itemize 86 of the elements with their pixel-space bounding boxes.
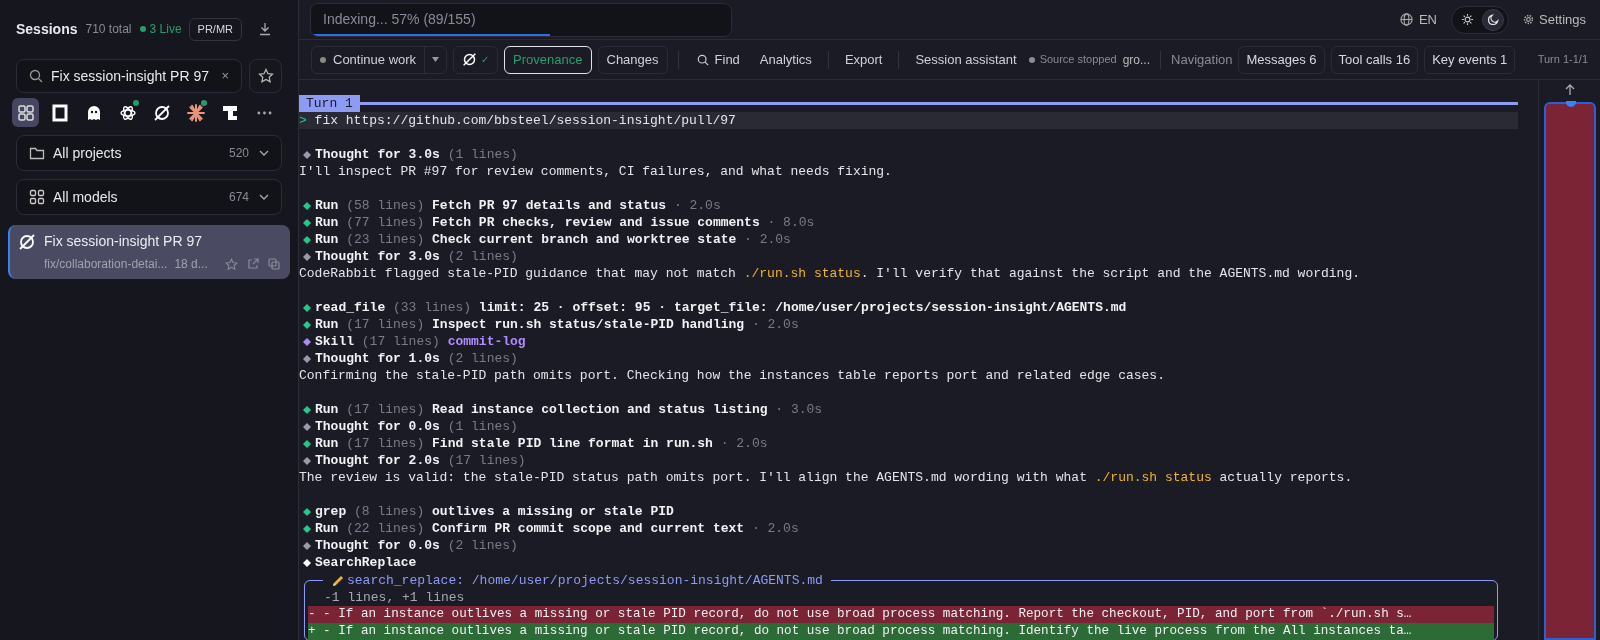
tool-call-line: Run (17 lines) Inspect run.sh status/stale-PID handling · 2.0s <box>315 316 799 333</box>
slashed-circle-icon <box>462 52 478 67</box>
scroll-up-arrow-icon[interactable] <box>1564 84 1575 96</box>
filter-dropdown[interactable]: All projects 520 <box>16 135 282 171</box>
indexing-progress-field: Indexing... 57% (89/155) <box>310 2 732 37</box>
search-field[interactable]: Fix session-insight PR 97 × <box>16 59 242 93</box>
navigation-label: Navigation <box>1171 50 1233 69</box>
gear-icon <box>1523 14 1534 25</box>
thought-line: Thought for 1.0s (2 lines) <box>315 350 518 367</box>
turn-indicator: Turn 1-1/1 <box>1537 52 1588 68</box>
chevron-down-icon <box>259 150 269 156</box>
folder-icon <box>29 145 45 161</box>
star-icon[interactable] <box>225 257 238 271</box>
grid-icon <box>16 103 35 122</box>
external-link-icon[interactable] <box>247 258 259 270</box>
tool-call-line: Run (22 lines) Confirm PR commit scope and current text · 2.0s <box>315 520 799 537</box>
moon-icon <box>1486 13 1500 26</box>
find-button[interactable]: Find <box>688 45 748 74</box>
sidebar-title: Sessions <box>16 19 78 39</box>
live-count: 3 Live <box>139 20 182 38</box>
slashed-circle-icon <box>152 103 171 122</box>
diff-title: search_replace: /home/user/projects/session-insight/AGENTS.md <box>323 572 831 589</box>
session-total: 710 total <box>85 21 132 38</box>
sun-icon <box>1460 13 1474 26</box>
thought-line: Thought for 0.0s (2 lines) <box>315 537 518 554</box>
t-shape-icon <box>220 103 239 122</box>
session-branch: fix/collaboration-detai... <box>44 256 168 273</box>
message-text: Confirming the stale-PID path omits port. Checking how the instances table reports port and related edge cases. <box>299 367 1166 384</box>
download-icon[interactable] <box>258 22 272 36</box>
slashed-circle-icon <box>18 233 36 251</box>
thought-line: Thought for 0.0s (1 lines) <box>315 418 518 435</box>
filter-dropdown[interactable]: All models 674 <box>16 179 282 215</box>
grid-icon <box>29 189 45 205</box>
session-age: 18 d... <box>174 256 208 273</box>
edit-line: SearchReplace <box>315 554 417 571</box>
pencil-icon <box>331 573 345 588</box>
navigation-button[interactable]: Key events 1 <box>1424 45 1516 74</box>
caret-down-icon <box>432 57 440 62</box>
globe-icon <box>1399 13 1413 26</box>
message-text: CodeRabbit flagged stale-PID guidance that may not match ./run.sh status. I'll verify that against the script and the AGENTS.md wording. <box>299 265 1361 282</box>
skill-line: Skill (17 lines) commit-log <box>315 333 526 350</box>
search-icon <box>29 69 43 83</box>
tool-call-line: read_file (33 lines) limit: 25 · offset: 95 · target_file: /home/user/projects/session-insight/AGENTS.md <box>315 299 1127 316</box>
thought-line: Thought for 3.0s (2 lines) <box>315 248 518 265</box>
pr-mr-button[interactable]: PR/MR <box>188 17 242 41</box>
session-item[interactable]: Fix session-insight PR 97 fix/collaboration-detai... 18 d... <box>8 225 290 279</box>
theme-option[interactable] <box>1482 8 1504 31</box>
favorite-button[interactable] <box>249 59 282 93</box>
more-icon[interactable] <box>257 110 272 115</box>
star-icon <box>257 68 274 84</box>
search-icon <box>696 53 709 66</box>
toolbar-button[interactable]: Export <box>838 45 889 74</box>
tool-call-line: Run (77 lines) Fetch PR checks, review and issue comments · 8.0s <box>315 214 815 231</box>
tool-call-line: grep (8 lines) outlives a missing or stale PID <box>315 503 674 520</box>
message-text: The review is valid: the stale-PID status path omits port. I'll align the AGENTS.md wording with what ./run.sh status actually reports. <box>299 469 1354 486</box>
navigation-button[interactable]: Tool calls 16 <box>1330 45 1419 74</box>
starburst-icon <box>186 103 205 122</box>
chevron-down-icon <box>259 194 269 200</box>
message-text: I'll inspect PR #97 for review comments, CI failures, and what needs fixing. <box>299 163 893 180</box>
source-status: Source stopped <box>1028 51 1117 68</box>
square-frame-icon <box>50 103 69 122</box>
session-title: Fix session-insight PR 97 <box>44 232 203 251</box>
language-button[interactable]: EN <box>1399 9 1437 30</box>
thought-line: Thought for 2.0s (17 lines) <box>315 452 526 469</box>
agent-status-button[interactable]: ✓ <box>453 45 499 74</box>
diamond-icon <box>303 150 311 159</box>
tool-call-line: Run (58 lines) Fetch PR 97 details and status · 2.0s <box>315 197 721 214</box>
turn-label: Turn 1 <box>299 95 360 112</box>
source-name: gro... <box>1122 51 1151 69</box>
diff-summary: -1 lines, +1 lines <box>323 589 466 606</box>
toolbar-button[interactable]: Session assistant <box>909 45 1023 74</box>
tool-call-line: Run (17 lines) Find stale PID line format in run.sh · 2.0s <box>315 435 768 452</box>
tool-call-line: Run (17 lines) Read instance collection and status listing · 3.0s <box>315 401 823 418</box>
toolbar-button[interactable]: Analytics <box>753 45 818 74</box>
clear-button[interactable]: × <box>221 66 229 86</box>
search-input[interactable]: Fix session-insight PR 97 <box>51 65 218 87</box>
user-prompt: > fix https://github.com/bbsteel/session-insight/pull/97 <box>299 112 1518 129</box>
tool-call-line: Run (23 lines) Check current branch and worktree state · 2.0s <box>315 231 791 248</box>
agent-filter[interactable] <box>12 98 39 127</box>
navigation-button[interactable]: Messages 6 <box>1238 45 1325 74</box>
thought-line: Thought for 3.0s (1 lines) <box>315 146 518 163</box>
knot-icon <box>118 103 137 122</box>
theme-toggle[interactable] <box>1451 5 1509 34</box>
view-tab[interactable]: Changes <box>597 45 668 74</box>
settings-button[interactable]: Settings <box>1523 9 1586 30</box>
view-tab[interactable]: Provenance <box>504 45 592 74</box>
